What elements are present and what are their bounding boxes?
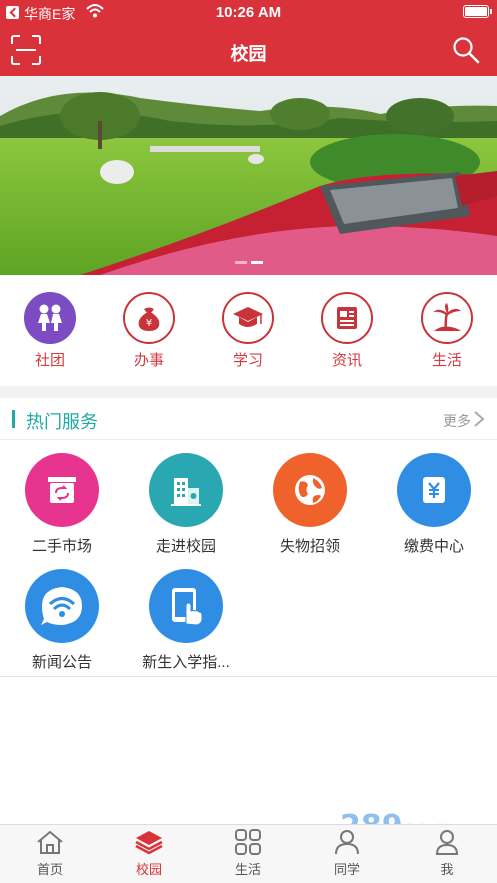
classmates-icon xyxy=(335,830,359,855)
profile-icon xyxy=(435,830,459,855)
banner-dot[interactable] xyxy=(234,261,247,264)
palm-tree-icon xyxy=(421,292,473,344)
status-time: 10:26 AM xyxy=(215,4,282,21)
section-title: 热门服务 xyxy=(26,412,98,432)
tab-me[interactable]: 我 xyxy=(407,829,487,878)
campus-lawn-image xyxy=(0,76,497,275)
bottom-tab-bar: 首页 校园 生活 同学 我 xyxy=(0,824,497,883)
quick-item-affairs[interactable]: ¥ 办事 xyxy=(109,292,189,370)
wifi-icon xyxy=(25,569,99,643)
quick-item-label: 办事 xyxy=(133,352,164,369)
service-secondhand-market[interactable]: 二手市场 xyxy=(0,453,124,556)
tab-campus[interactable]: 校园 xyxy=(109,829,189,878)
service-payment-center[interactable]: 缴费中心 xyxy=(372,453,496,556)
quick-item-study[interactable]: 学习 xyxy=(208,292,288,370)
service-label: 走进校园 xyxy=(155,538,216,555)
tab-classmates[interactable]: 同学 xyxy=(307,829,387,878)
yen-card-icon xyxy=(397,453,471,527)
tablet-touch-icon xyxy=(149,569,223,643)
section-accent-bar xyxy=(12,410,15,428)
tab-label: 校园 xyxy=(135,862,162,877)
more-link[interactable]: 更多 xyxy=(443,411,471,431)
quick-item-life[interactable]: 生活 xyxy=(407,292,487,370)
banner-dot-active[interactable] xyxy=(250,261,263,264)
shop-icon xyxy=(25,453,99,527)
grid-icon xyxy=(235,829,261,855)
service-lost-and-found[interactable]: 失物招领 xyxy=(248,453,372,556)
svg-text:¥: ¥ xyxy=(146,318,152,329)
service-label: 缴费中心 xyxy=(403,538,464,555)
top-bar: 华商E家 10:26 AM 校园 xyxy=(0,0,497,76)
service-freshman-guide[interactable]: 新生入学指... xyxy=(124,569,248,672)
globe-icon xyxy=(273,453,347,527)
quick-item-news[interactable]: 资讯 xyxy=(307,292,387,370)
page-title: 校园 xyxy=(230,44,267,64)
layers-icon xyxy=(135,831,163,855)
hot-services-header: 热门服务 更多 xyxy=(0,398,497,440)
tab-label: 首页 xyxy=(36,862,63,877)
quick-menu: 社团 ¥ 办事 学习 资讯 生活 xyxy=(0,276,497,386)
quick-item-label: 生活 xyxy=(431,352,462,369)
quick-item-label: 学习 xyxy=(232,352,263,369)
tab-label: 同学 xyxy=(333,862,360,877)
quick-item-label: 资讯 xyxy=(331,352,362,369)
tab-label: 我 xyxy=(440,862,454,877)
quick-item-clubs[interactable]: 社团 xyxy=(10,292,90,370)
tab-life[interactable]: 生活 xyxy=(208,829,288,878)
graduation-cap-icon xyxy=(222,292,274,344)
service-news-announcements[interactable]: 新闻公告 xyxy=(0,569,124,672)
battery-icon xyxy=(463,5,492,18)
search-icon[interactable] xyxy=(452,36,480,64)
service-label: 失物招领 xyxy=(279,538,340,555)
home-icon xyxy=(37,830,63,854)
quick-item-label: 社团 xyxy=(34,352,65,369)
service-label: 新生入学指... xyxy=(142,654,230,671)
news-icon xyxy=(321,292,373,344)
status-bar: 华商E家 10:26 AM xyxy=(0,0,497,26)
hot-services-grid: 二手市场 走进校园 失物招领 缴费中心 新闻公告 新生入学指... xyxy=(0,441,497,677)
campus-banner[interactable] xyxy=(0,76,497,275)
service-label: 新闻公告 xyxy=(31,654,92,671)
tab-home[interactable]: 首页 xyxy=(10,829,90,878)
service-label: 二手市场 xyxy=(31,538,92,555)
service-enter-campus[interactable]: 走进校园 xyxy=(124,453,248,556)
tab-label: 生活 xyxy=(234,862,261,877)
kids-icon xyxy=(24,292,76,344)
section-separator xyxy=(0,386,497,398)
banner-indicator xyxy=(0,251,497,264)
money-bag-icon: ¥ xyxy=(123,292,175,344)
chevron-right-icon[interactable] xyxy=(473,410,485,428)
building-icon xyxy=(149,453,223,527)
